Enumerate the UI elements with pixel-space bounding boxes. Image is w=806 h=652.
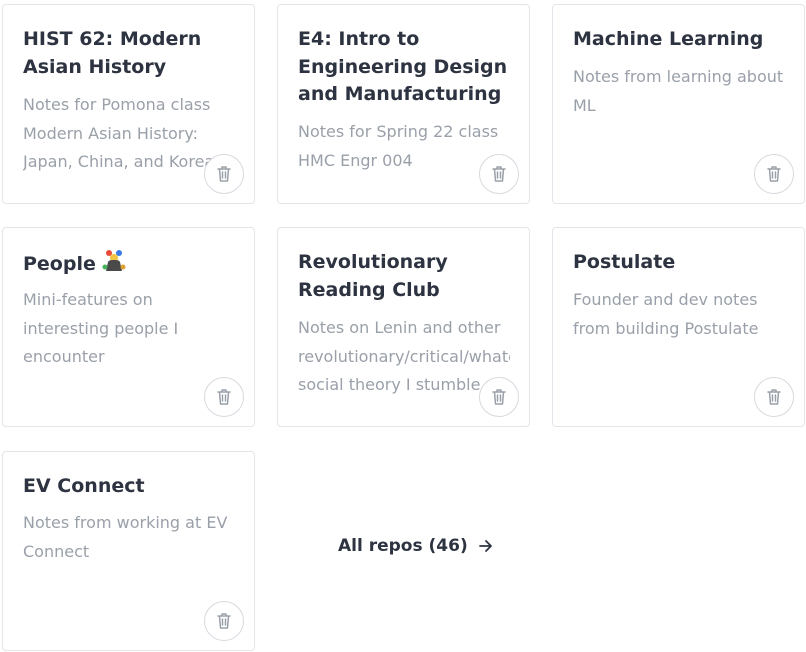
repo-title[interactable]: EV Connect: [23, 473, 238, 501]
repo-title[interactable]: People: [23, 249, 238, 282]
repo-description-line: Mini-features on: [23, 290, 153, 309]
repo-card[interactable]: HIST 62: Modern Asian History Notes for …: [2, 4, 255, 204]
arrow-right-icon: [478, 540, 492, 552]
repo-description-line: revolutionary/critical/whatever: [298, 346, 510, 366]
repo-title[interactable]: E4: Intro to Engineering Design and Manu…: [298, 26, 513, 109]
trash-icon: [217, 389, 231, 405]
repo-card[interactable]: People Mini-features on interesting peop…: [2, 227, 255, 427]
repo-title-line: Asian History: [23, 55, 167, 78]
repo-description: Notes for Spring 22 class HMC Engr 004: [298, 118, 510, 203]
repo-description: Notes for Pomona class Modern Asian Hist…: [23, 91, 235, 177]
repo-card[interactable]: EV Connect Notes from working at EV Conn…: [2, 451, 255, 651]
all-repos-link[interactable]: All repos (46): [338, 536, 494, 556]
repo-description-line: Notes for Pomona class: [23, 95, 211, 114]
trash-icon: [492, 389, 506, 405]
repo-description: Notes from learning about ML: [573, 63, 785, 149]
repo-description: Founder and dev notes from building Post…: [573, 286, 785, 372]
trash-icon: [217, 166, 231, 182]
repo-description-line: Notes on Lenin and other: [298, 318, 501, 337]
repo-title-line: Machine Learning: [573, 28, 764, 50]
trash-icon: [492, 166, 506, 182]
repo-description-line: Founder and dev notes: [573, 290, 758, 309]
repo-description-line: Connect: [23, 541, 90, 561]
all-repos-label: All repos (46): [338, 536, 468, 556]
delete-repo-button[interactable]: [754, 154, 794, 194]
delete-repo-button[interactable]: [204, 154, 244, 194]
repo-description-line: ML: [573, 95, 596, 115]
repo-title-line: E4: Intro to: [298, 28, 420, 50]
repo-description: Notes from working at EV Connect: [23, 509, 235, 595]
repo-description-line: interesting people I: [23, 318, 179, 338]
delete-repo-button[interactable]: [754, 377, 794, 417]
repo-card[interactable]: Revolutionary Reading Club Notes on Leni…: [277, 227, 530, 427]
repo-title-line: HIST 62: Modern: [23, 28, 202, 50]
delete-repo-button[interactable]: [204, 377, 244, 417]
trash-icon: [767, 389, 781, 405]
repo-description: Notes on Lenin and other revolutionary/c…: [298, 314, 510, 400]
delete-repo-button[interactable]: [204, 601, 244, 641]
repo-description-line: Notes for Spring 22 class: [298, 122, 499, 141]
repo-title[interactable]: Postulate: [573, 249, 788, 277]
repo-title-line: Engineering Design: [298, 55, 508, 78]
repo-description-line: Modern Asian History:: [23, 123, 199, 143]
juggler-emoji-icon: [102, 249, 126, 282]
repo-card[interactable]: E4: Intro to Engineering Design and Manu…: [277, 4, 530, 204]
delete-repo-button[interactable]: [479, 377, 519, 417]
delete-repo-button[interactable]: [479, 154, 519, 194]
repo-title-line: People: [23, 253, 96, 275]
repo-card[interactable]: Postulate Founder and dev notes from bui…: [552, 227, 805, 427]
repo-card[interactable]: Machine Learning Notes from learning abo…: [552, 4, 805, 204]
repo-title[interactable]: HIST 62: Modern Asian History: [23, 26, 238, 81]
repo-description: Mini-features on interesting people I en…: [23, 286, 235, 372]
repo-description-line: encounter: [23, 347, 105, 366]
repo-title-line: and Manufacturing: [298, 83, 502, 105]
trash-icon: [217, 613, 231, 629]
repo-description-line: from building Postulate: [573, 318, 759, 338]
repo-title-line: Revolutionary: [298, 251, 448, 273]
repo-title[interactable]: Machine Learning: [573, 26, 788, 54]
repo-title-line: Reading Club: [298, 278, 440, 301]
repo-description-line: Notes from learning about: [573, 67, 784, 86]
repo-description-line: Notes from working at EV: [23, 513, 228, 532]
repo-title[interactable]: Revolutionary Reading Club: [298, 249, 513, 304]
repo-title-line: EV Connect: [23, 475, 145, 497]
trash-icon: [767, 166, 781, 182]
repo-title-line: Postulate: [573, 251, 676, 273]
